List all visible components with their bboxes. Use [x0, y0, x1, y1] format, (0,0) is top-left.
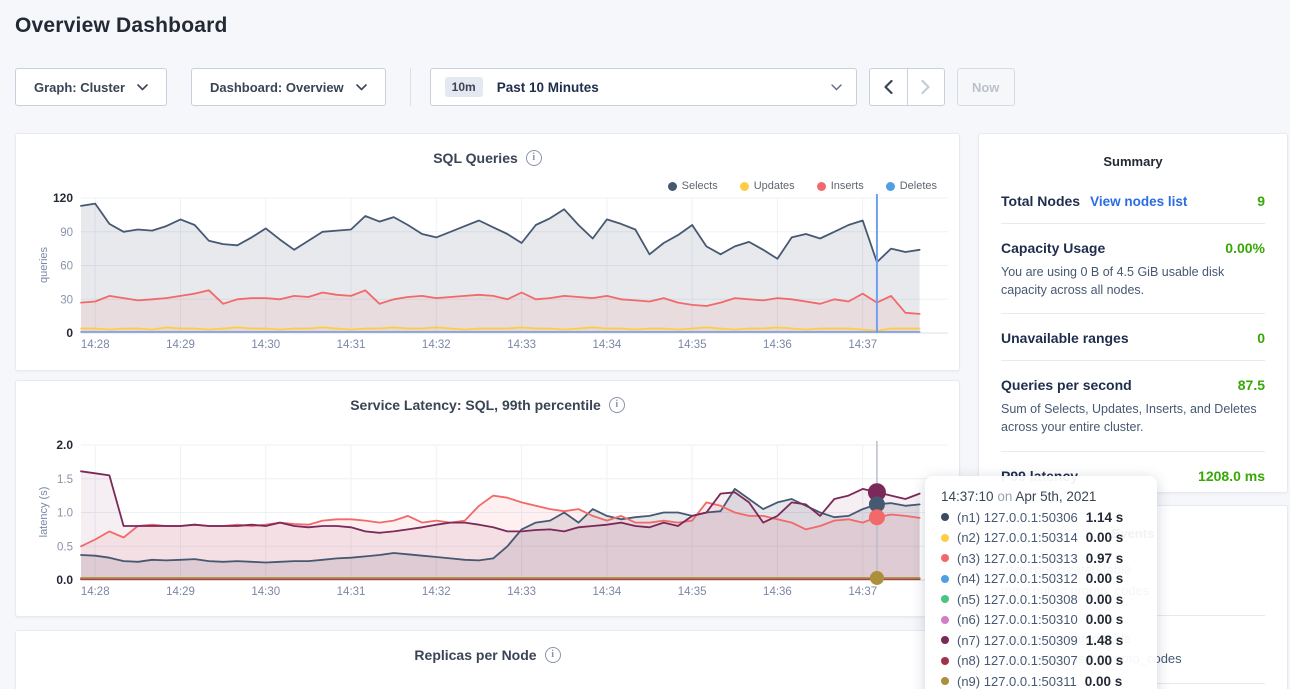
svg-text:14:37: 14:37	[848, 586, 877, 598]
events-title: Events	[979, 526, 1287, 541]
svg-text:14:28: 14:28	[81, 586, 110, 598]
unavailable-ranges-value: 0	[1257, 330, 1265, 346]
summary-row-p99: P99 latency 1208.0 ms	[1001, 452, 1265, 498]
info-icon[interactable]: i	[609, 397, 625, 413]
event-text-line1: user root created table	[1001, 629, 1265, 650]
capacity-usage-desc: You are using 0 B of 4.5 GiB usable disk…	[1001, 263, 1265, 299]
svg-text:120: 120	[53, 191, 73, 205]
svg-text:0.0: 0.0	[56, 573, 73, 587]
svg-text:14:28: 14:28	[81, 339, 110, 351]
page-title: Overview Dashboard	[15, 14, 228, 38]
svg-text:1.5: 1.5	[57, 474, 73, 486]
info-icon[interactable]: i	[545, 647, 561, 663]
svg-text:14:32: 14:32	[422, 339, 451, 351]
event-item[interactable]: user root created tablemovr.public.promo…	[1001, 547, 1265, 616]
next-time-button[interactable]	[907, 68, 945, 106]
info-icon[interactable]: i	[526, 150, 542, 166]
summary-row-total-nodes: Total Nodes View nodes list 9	[1001, 177, 1265, 224]
svg-text:14:36: 14:36	[763, 339, 792, 351]
svg-text:14:30: 14:30	[251, 339, 280, 351]
summary-row-unavailable-ranges: Unavailable ranges 0	[1001, 314, 1265, 361]
events-list: user root created tablemovr.public.promo…	[1001, 547, 1265, 684]
time-nav-buttons	[869, 68, 945, 106]
event-text-line2: movr.public.user_promo_codes	[1001, 649, 1265, 670]
summary-rows: Total Nodes View nodes list 9 Capacity U…	[1001, 177, 1265, 498]
svg-text:0: 0	[66, 326, 73, 340]
event-item[interactable]: user root created tablemovr.public.user_…	[1001, 616, 1265, 685]
graph-dropdown[interactable]: Graph: Cluster	[15, 68, 167, 106]
summary-row-qps: Queries per second 87.5 Sum of Selects, …	[1001, 361, 1265, 451]
service-latency-card: Service Latency: SQL, 99th percentile i …	[15, 380, 960, 617]
chevron-left-icon	[884, 80, 893, 94]
chevron-down-icon	[356, 84, 367, 91]
toolbar: Graph: Cluster Dashboard: Overview 10m P…	[15, 68, 1015, 106]
sql-queries-title: SQL Queries	[433, 150, 518, 166]
svg-text:14:32: 14:32	[422, 586, 451, 598]
svg-text:14:31: 14:31	[337, 339, 366, 351]
previous-time-button[interactable]	[869, 68, 907, 106]
chevron-down-icon	[137, 84, 148, 91]
svg-text:14:33: 14:33	[507, 586, 536, 598]
service-latency-title-row: Service Latency: SQL, 99th percentile i	[16, 397, 959, 413]
qps-value: 87.5	[1238, 377, 1265, 393]
time-range-label: Past 10 Minutes	[497, 80, 599, 95]
svg-text:14:36: 14:36	[763, 586, 792, 598]
p99-latency-value: 1208.0 ms	[1198, 468, 1265, 484]
graph-dropdown-label: Graph: Cluster	[34, 80, 125, 95]
chevron-down-icon	[831, 84, 842, 91]
dashboard-dropdown[interactable]: Dashboard: Overview	[191, 68, 386, 106]
qps-label: Queries per second	[1001, 377, 1132, 393]
capacity-usage-label: Capacity Usage	[1001, 240, 1105, 256]
svg-text:14:37: 14:37	[848, 339, 877, 351]
svg-text:0.5: 0.5	[57, 541, 73, 553]
toolbar-divider	[410, 68, 411, 106]
chevron-right-icon	[921, 80, 930, 94]
svg-text:14:29: 14:29	[166, 339, 195, 351]
view-nodes-list-link[interactable]: View nodes list	[1090, 194, 1187, 209]
svg-text:14:34: 14:34	[592, 339, 621, 351]
svg-text:14:29: 14:29	[166, 586, 195, 598]
summary-title: Summary	[979, 154, 1287, 169]
svg-text:14:34: 14:34	[592, 586, 621, 598]
svg-text:90: 90	[60, 227, 73, 239]
time-range-badge: 10m	[445, 77, 483, 97]
svg-text:14:30: 14:30	[251, 586, 280, 598]
svg-text:14:35: 14:35	[678, 586, 707, 598]
dashboard-dropdown-label: Dashboard: Overview	[210, 80, 344, 95]
now-button[interactable]: Now	[957, 68, 1015, 106]
sql-queries-chart[interactable]: 0 30 60 90 120 14:28 14:29 14:30 14:31 14:32 14:33…	[35, 190, 955, 356]
qps-desc: Sum of Selects, Updates, Inserts, and De…	[1001, 400, 1265, 436]
svg-text:14:31: 14:31	[337, 586, 366, 598]
svg-text:14:35: 14:35	[678, 339, 707, 351]
replicas-title-row: Replicas per Node i	[16, 647, 959, 663]
svg-text:1.0: 1.0	[57, 508, 73, 520]
service-latency-title: Service Latency: SQL, 99th percentile	[350, 397, 601, 413]
total-nodes-value: 9	[1257, 193, 1265, 209]
service-latency-chart[interactable]: 0.0 0.5 1.0 1.5 2.0 14:28 14:29 14:30 14:31 14:32…	[35, 437, 955, 603]
event-text-line2: movr.public.promo_codes	[1001, 581, 1265, 602]
overview-dashboard-page: Overview Dashboard Graph: Cluster Dashbo…	[0, 0, 1290, 689]
replicas-title: Replicas per Node	[414, 647, 536, 663]
svg-text:2.0: 2.0	[56, 438, 73, 452]
total-nodes-label: Total Nodes	[1001, 193, 1080, 209]
time-range-dropdown[interactable]: 10m Past 10 Minutes	[430, 68, 857, 106]
unavailable-ranges-label: Unavailable ranges	[1001, 330, 1129, 346]
summary-row-capacity: Capacity Usage 0.00% You are using 0 B o…	[1001, 224, 1265, 314]
events-panel: Events user root created tablemovr.publi…	[978, 505, 1288, 689]
summary-panel: Summary Total Nodes View nodes list 9 Ca…	[978, 133, 1288, 493]
sql-queries-title-row: SQL Queries i	[16, 150, 959, 166]
capacity-usage-value: 0.00%	[1225, 240, 1265, 256]
svg-text:60: 60	[60, 261, 73, 273]
event-text-line1: user root created table	[1001, 560, 1265, 581]
svg-text:14:33: 14:33	[507, 339, 536, 351]
p99-latency-label: P99 latency	[1001, 468, 1078, 484]
svg-text:30: 30	[60, 294, 73, 306]
sql-queries-card: SQL Queries i SelectsUpdatesInsertsDelet…	[15, 133, 960, 371]
replicas-per-node-card: Replicas per Node i	[15, 630, 960, 689]
